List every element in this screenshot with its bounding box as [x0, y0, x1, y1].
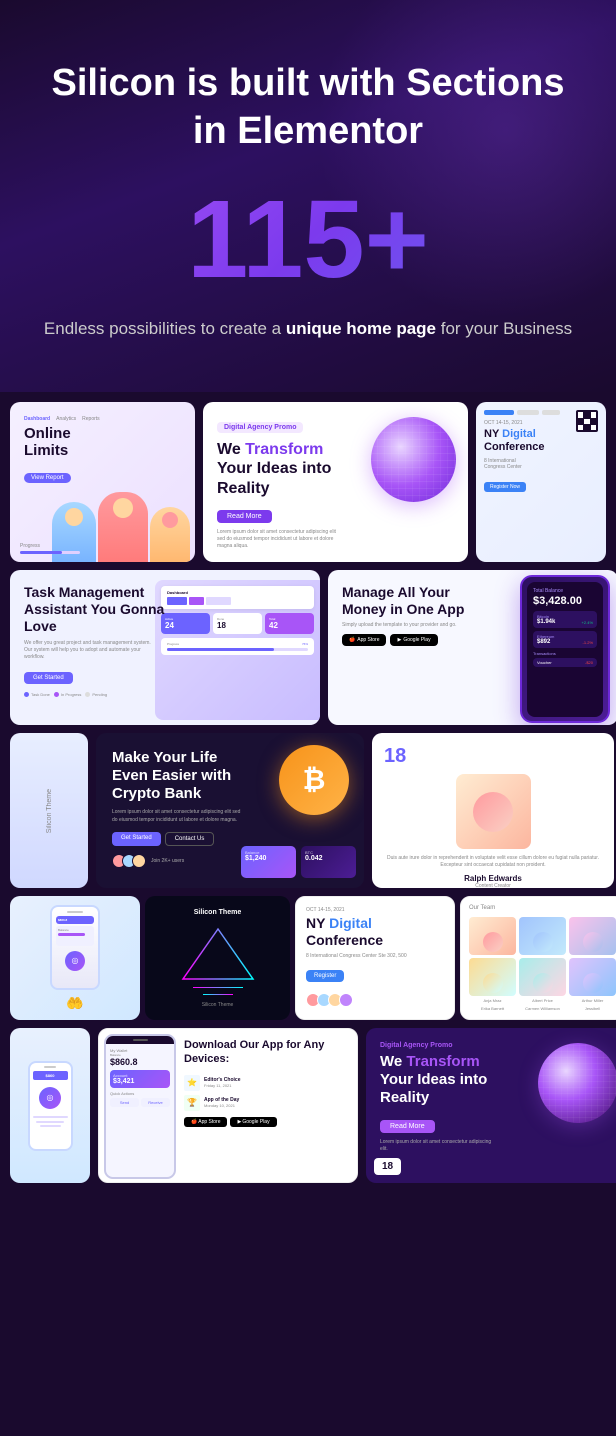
download-app-card[interactable]: Download Our App for Any Devices: ⭐ Edit…: [98, 1028, 358, 1183]
download-phone-mockup: My Wallet Balance $860.8 Account $3,421 …: [104, 1034, 176, 1179]
agency2-btn[interactable]: Read More: [380, 1120, 435, 1133]
slim-phone-mockup: $860 ◎: [28, 1061, 73, 1151]
phone-mockup-small: $860.8 Balance ◎: [50, 905, 100, 990]
agency2-title: We TransformYour Ideas intoReality: [380, 1053, 520, 1107]
card2-tag: Digital Agency Promo: [217, 422, 303, 433]
ny-desc-big: 8 International Congress Center Ste 302,…: [306, 953, 444, 960]
team-card[interactable]: Our Team: [460, 896, 616, 1020]
ny-conference-big-card[interactable]: OCT 14-15, 2021 NY DigitalConference 8 I…: [295, 896, 455, 1020]
finance-desc: Simply upload the template to your provi…: [342, 622, 472, 628]
hero-title: Silicon is built with Sections in Elemen…: [40, 60, 576, 155]
crypto-btns: Get Started Contact Us: [112, 832, 348, 846]
finance-title: Manage All Your Money in One App: [342, 584, 482, 618]
neon-triangle-icon: [178, 924, 258, 984]
agency2-desc: Lorem ipsum dolor sit amet consectetur a…: [380, 1139, 500, 1153]
testimonial-card[interactable]: 18 Duis aute irure dolor in reprehenderi…: [372, 733, 614, 888]
crypto-title: Make Your Life Even Easier with Crypto B…: [112, 749, 252, 803]
task-title: Task Management Assistant You Gonna Love: [24, 584, 169, 634]
team-label: Our Team: [469, 905, 616, 911]
grid-row-4: $860.8 Balance ◎ 🤲 Silicon Theme: [10, 896, 606, 1020]
ny-date-big: OCT 14-15, 2021: [306, 907, 444, 913]
task-management-card[interactable]: Task Management Assistant You Gonna Love…: [10, 570, 320, 725]
crypto-avatars: [112, 854, 142, 868]
neon-title: Silicon Theme: [194, 909, 241, 916]
task-desc: We offer you great project and task mana…: [24, 640, 154, 661]
agency-dark-card[interactable]: Digital Agency Promo We TransformYour Id…: [366, 1028, 616, 1183]
neon-card[interactable]: Silicon Theme: [145, 896, 290, 1020]
card2-btn[interactable]: Read More: [217, 510, 272, 523]
sphere-icon: [371, 417, 456, 502]
download-title: Download Our App for Any Devices:: [184, 1039, 345, 1067]
slim-phone-card: $860 ◎: [10, 1028, 90, 1183]
card1-badge[interactable]: View Report: [24, 473, 71, 483]
phone-hand-card[interactable]: $860.8 Balance ◎ 🤲: [10, 896, 140, 1020]
grid-row-3: Silicon Theme Make Your Life Even Easier…: [10, 733, 606, 888]
grid-row-2: Task Management Assistant You Gonna Love…: [10, 570, 606, 725]
agency2-tag: Digital Agency Promo: [380, 1042, 612, 1049]
testimonial-name: Ralph Edwards: [384, 874, 602, 883]
thin-left-card: Silicon Theme: [10, 733, 88, 888]
testimonial-badge: 18: [384, 745, 602, 768]
task-btn[interactable]: Get Started: [24, 672, 73, 684]
grid-row-5: $860 ◎ Download Our App for Any Devices:…: [10, 1028, 606, 1183]
grid-section: Dashboard Analytics Reports OnlineLimits…: [0, 392, 616, 1201]
ny-conference-card-small[interactable]: OCT 14-15, 2021 NY DigitalConference 8 I…: [476, 402, 606, 562]
card2-title: We TransformYour Ideas intoReality: [217, 440, 347, 498]
ny-title-big: NY DigitalConference: [306, 915, 444, 949]
app-store-btns: 🍎App Store ▶Google Play: [342, 634, 604, 646]
team-faces-grid: [469, 917, 616, 996]
ny-btn-big[interactable]: Register: [306, 970, 344, 982]
card1-nav: Dashboard Analytics Reports: [24, 416, 181, 422]
crypto-bank-card[interactable]: Make Your Life Even Easier with Crypto B…: [96, 733, 364, 888]
grid-row-1: Dashboard Analytics Reports OnlineLimits…: [10, 402, 606, 562]
crypto-desc: Lorem ipsum dolor sit amet consectetur a…: [112, 809, 242, 824]
hero-subtitle: Endless possibilities to create a unique…: [40, 315, 576, 342]
ny-register-btn[interactable]: Register Now: [484, 482, 526, 492]
hero-section: Silicon is built with Sections in Elemen…: [0, 0, 616, 392]
hero-number: 115+: [40, 185, 576, 295]
testimonial-text: Duis aute irure dolor in reprehenderit i…: [384, 855, 602, 869]
card1-title: OnlineLimits: [24, 425, 181, 460]
ny-title-small: NY DigitalConference: [484, 428, 598, 454]
testimonial-avatar: [456, 774, 531, 849]
ny-avatars: [306, 993, 444, 1007]
qr-code-icon: [576, 410, 598, 432]
online-limits-card[interactable]: Dashboard Analytics Reports OnlineLimits…: [10, 402, 195, 562]
finance-card[interactable]: Manage All Your Money in One App Simply …: [328, 570, 616, 725]
digital-agency-card[interactable]: Digital Agency Promo We TransformYour Id…: [203, 402, 468, 562]
card2-desc: Lorem ipsum dolor sit amet consectetur a…: [217, 529, 337, 550]
